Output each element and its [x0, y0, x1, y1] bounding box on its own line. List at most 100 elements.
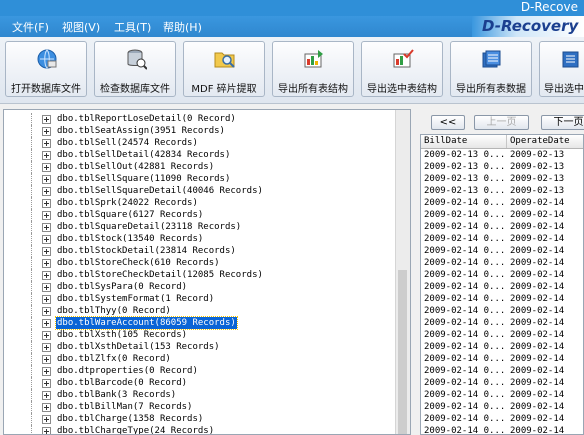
grid-row[interactable]: 2009-02-13 0... 2009-02-13: [421, 185, 583, 197]
operatedate-cell[interactable]: 2009-02-13: [507, 149, 583, 161]
expand-plus-icon[interactable]: [42, 319, 51, 328]
grid-row[interactable]: 2009-02-14 0... 2009-02-14: [421, 389, 583, 401]
menu-view[interactable]: 视图(V): [62, 19, 100, 35]
operatedate-cell[interactable]: 2009-02-14: [507, 281, 583, 293]
operatedate-cell[interactable]: 2009-02-13: [507, 173, 583, 185]
operatedate-cell[interactable]: 2009-02-14: [507, 413, 583, 425]
operatedate-cell[interactable]: 2009-02-14: [507, 353, 583, 365]
tree-item[interactable]: dbo.tblBarcode(0 Record): [4, 377, 364, 389]
grid-row[interactable]: 2009-02-13 0... 2009-02-13: [421, 149, 583, 161]
operatedate-cell[interactable]: 2009-02-14: [507, 377, 583, 389]
expand-plus-icon[interactable]: [42, 247, 51, 256]
tree-item-label[interactable]: dbo.tblSellOut(42881 Records): [56, 161, 215, 173]
billdate-cell[interactable]: 2009-02-14 0...: [421, 269, 507, 281]
tree-item[interactable]: dbo.tblReportLoseDetail(0 Record): [4, 113, 364, 125]
tree-item-label[interactable]: dbo.tblReportLoseDetail(0 Record): [56, 113, 237, 125]
tree-item[interactable]: dbo.tblSysPara(0 Record): [4, 281, 364, 293]
operatedate-cell[interactable]: 2009-02-13: [507, 161, 583, 173]
grid-row[interactable]: 2009-02-14 0... 2009-02-14: [421, 329, 583, 341]
tree-item[interactable]: dbo.tblChargeType(24 Records): [4, 425, 364, 434]
operatedate-cell[interactable]: 2009-02-14: [507, 305, 583, 317]
grid-row[interactable]: 2009-02-14 0... 2009-02-14: [421, 353, 583, 365]
operatedate-cell[interactable]: 2009-02-14: [507, 389, 583, 401]
billdate-cell[interactable]: 2009-02-14 0...: [421, 305, 507, 317]
tree-item-label[interactable]: dbo.tblSysPara(0 Record): [56, 281, 188, 293]
operatedate-cell[interactable]: 2009-02-14: [507, 317, 583, 329]
tree-item-label[interactable]: dbo.tblZlfx(0 Record): [56, 353, 172, 365]
grid-row[interactable]: 2009-02-14 0... 2009-02-14: [421, 425, 583, 434]
billdate-cell[interactable]: 2009-02-14 0...: [421, 389, 507, 401]
tree-item-label[interactable]: dbo.tblChargeType(24 Records): [56, 425, 215, 434]
tree-item[interactable]: dbo.tblThyy(0 Record): [4, 305, 364, 317]
tree-scrollbar-thumb[interactable]: [398, 270, 407, 434]
expand-plus-icon[interactable]: [42, 403, 51, 412]
expand-plus-icon[interactable]: [42, 151, 51, 160]
expand-plus-icon[interactable]: [42, 115, 51, 124]
operatedate-cell[interactable]: 2009-02-14: [507, 401, 583, 413]
tree-item[interactable]: dbo.tblBillMan(7 Records): [4, 401, 364, 413]
operatedate-cell[interactable]: 2009-02-13: [507, 185, 583, 197]
expand-plus-icon[interactable]: [42, 391, 51, 400]
expand-plus-icon[interactable]: [42, 259, 51, 268]
tree-item-label[interactable]: dbo.tblSellSquare(11090 Records): [56, 173, 231, 185]
billdate-cell[interactable]: 2009-02-13 0...: [421, 161, 507, 173]
expand-plus-icon[interactable]: [42, 379, 51, 388]
billdate-cell[interactable]: 2009-02-14 0...: [421, 221, 507, 233]
expand-plus-icon[interactable]: [42, 355, 51, 364]
expand-plus-icon[interactable]: [42, 307, 51, 316]
billdate-cell[interactable]: 2009-02-14 0...: [421, 329, 507, 341]
expand-plus-icon[interactable]: [42, 163, 51, 172]
tree-item[interactable]: dbo.tblWareAccount(86059 Records): [4, 316, 364, 330]
expand-plus-icon[interactable]: [42, 283, 51, 292]
operatedate-cell[interactable]: 2009-02-14: [507, 221, 583, 233]
billdate-cell[interactable]: 2009-02-14 0...: [421, 281, 507, 293]
tree-item[interactable]: dbo.tblSeatAssign(3951 Records): [4, 125, 364, 137]
operatedate-cell[interactable]: 2009-02-14: [507, 365, 583, 377]
tree-item[interactable]: dbo.tblStockDetail(23814 Records): [4, 245, 364, 257]
table-tree[interactable]: dbo.tblReportLoseDetail(0 Record) dbo.tbl…: [3, 109, 411, 435]
billdate-cell[interactable]: 2009-02-14 0...: [421, 365, 507, 377]
billdate-cell[interactable]: 2009-02-13 0...: [421, 185, 507, 197]
tree-item-label[interactable]: dbo.tblStockDetail(23814 Records): [56, 245, 237, 257]
grid-row[interactable]: 2009-02-14 0... 2009-02-14: [421, 341, 583, 353]
tree-item-label[interactable]: dbo.tblSprk(24022 Records): [56, 197, 199, 209]
tree-item[interactable]: dbo.tblSell(24574 Records): [4, 137, 364, 149]
tree-item[interactable]: dbo.dtproperties(0 Record): [4, 365, 364, 377]
expand-plus-icon[interactable]: [42, 127, 51, 136]
billdate-cell[interactable]: 2009-02-13 0...: [421, 173, 507, 185]
menu-file[interactable]: 文件(F): [12, 19, 49, 35]
tree-item-label[interactable]: dbo.tblSell(24574 Records): [56, 137, 199, 149]
tree-item-label[interactable]: dbo.tblThyy(0 Record): [56, 305, 172, 317]
tree-item-label[interactable]: dbo.tblStoreCheck(610 Records): [56, 257, 221, 269]
previous-page-button[interactable]: 上一页: [474, 115, 529, 130]
tree-item[interactable]: dbo.tblCharge(1358 Records): [4, 413, 364, 425]
menu-tools[interactable]: 工具(T): [114, 19, 151, 35]
tree-item-label[interactable]: dbo.tblWareAccount(86059 Records): [55, 316, 238, 330]
tree-item-label[interactable]: dbo.tblSquareDetail(23118 Records): [56, 221, 242, 233]
grid-row[interactable]: 2009-02-14 0... 2009-02-14: [421, 269, 583, 281]
tree-item[interactable]: dbo.tblSystemFormat(1 Record): [4, 293, 364, 305]
column-header-billdate[interactable]: BillDate: [421, 135, 507, 148]
tree-item[interactable]: dbo.tblSellOut(42881 Records): [4, 161, 364, 173]
tree-item-label[interactable]: dbo.tblStock(13540 Records): [56, 233, 204, 245]
operatedate-cell[interactable]: 2009-02-14: [507, 293, 583, 305]
tree-item-label[interactable]: dbo.tblBarcode(0 Record): [56, 377, 188, 389]
tree-item[interactable]: dbo.tblZlfx(0 Record): [4, 353, 364, 365]
tree-item-label[interactable]: dbo.tblBank(3 Records): [56, 389, 177, 401]
operatedate-cell[interactable]: 2009-02-14: [507, 329, 583, 341]
billdate-cell[interactable]: 2009-02-14 0...: [421, 317, 507, 329]
tree-item-label[interactable]: dbo.dtproperties(0 Record): [56, 365, 199, 377]
expand-plus-icon[interactable]: [42, 295, 51, 304]
tree-item[interactable]: dbo.tblStoreCheck(610 Records): [4, 257, 364, 269]
expand-plus-icon[interactable]: [42, 199, 51, 208]
tree-item[interactable]: dbo.tblSellSquare(11090 Records): [4, 173, 364, 185]
grid-row[interactable]: 2009-02-14 0... 2009-02-14: [421, 197, 583, 209]
grid-row[interactable]: 2009-02-14 0... 2009-02-14: [421, 281, 583, 293]
tree-item[interactable]: dbo.tblSquare(6127 Records): [4, 209, 364, 221]
next-page-button[interactable]: 下一页: [541, 115, 584, 130]
grid-row[interactable]: 2009-02-14 0... 2009-02-14: [421, 209, 583, 221]
expand-plus-icon[interactable]: [42, 211, 51, 220]
tree-item[interactable]: dbo.tblSquareDetail(23118 Records): [4, 221, 364, 233]
tree-item-label[interactable]: dbo.tblSeatAssign(3951 Records): [56, 125, 226, 137]
tree-item-label[interactable]: dbo.tblSellDetail(42834 Records): [56, 149, 231, 161]
